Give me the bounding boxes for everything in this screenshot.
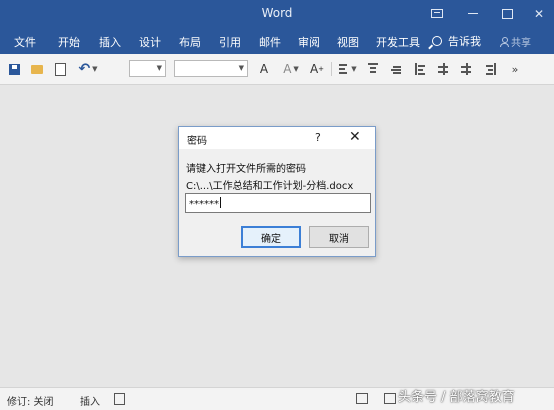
- print-layout-icon: [384, 393, 396, 404]
- chevron-down-icon: ▼: [156, 64, 162, 72]
- share-label: 共享: [511, 38, 531, 49]
- tab-layout[interactable]: 布局: [179, 34, 201, 50]
- dialog-title: 密码: [187, 136, 207, 147]
- password-prompt: 请键入打开文件所需的密码: [186, 164, 306, 175]
- open-folder-icon: [31, 64, 43, 74]
- ribbon-tabs: 文件 开始 插入 设计 布局 引用 邮件 审阅 视图 开发工具 告诉我 共享: [0, 27, 554, 54]
- paragraph-button-1[interactable]: ▼: [336, 60, 358, 78]
- read-mode-button[interactable]: [356, 393, 368, 407]
- clear-format-button[interactable]: A +: [308, 60, 326, 78]
- tab-insert[interactable]: 插入: [99, 34, 121, 50]
- tab-file[interactable]: 文件: [14, 34, 36, 50]
- tab-developer[interactable]: 开发工具: [376, 34, 420, 50]
- chevron-down-icon: ▼: [293, 65, 299, 73]
- undo-icon: ↶: [78, 61, 91, 77]
- maximize-button[interactable]: [490, 0, 524, 27]
- align-middle-icon: [391, 63, 403, 75]
- chevron-down-icon: ▼: [351, 65, 357, 73]
- plus-icon: +: [318, 65, 325, 73]
- maximize-icon: [501, 8, 513, 19]
- close-icon: ✕: [533, 6, 545, 21]
- paragraph-button-2[interactable]: [366, 60, 382, 78]
- share-button[interactable]: 共享: [500, 34, 531, 49]
- shrink-font-button[interactable]: A ▼: [280, 60, 302, 78]
- align-left-icon: [415, 63, 427, 75]
- cancel-button[interactable]: 取消: [309, 226, 369, 248]
- dialog-close-icon[interactable]: ✕: [349, 129, 361, 145]
- align-icon: [337, 63, 349, 75]
- align-top-icon: [368, 63, 380, 75]
- tab-view[interactable]: 视图: [337, 34, 359, 50]
- tell-me-label: 告诉我: [448, 34, 481, 48]
- minimize-button[interactable]: [456, 0, 490, 27]
- align-center-icon: [438, 63, 450, 75]
- ribbon-display-options-button[interactable]: [420, 0, 454, 27]
- tell-me-search[interactable]: 告诉我: [432, 32, 481, 49]
- toolbar-divider: [331, 62, 332, 76]
- tab-home[interactable]: 开始: [58, 34, 80, 50]
- print-layout-button[interactable]: [384, 393, 396, 407]
- shrink-font-icon: A: [283, 62, 292, 76]
- paragraph-button-6[interactable]: [459, 60, 475, 78]
- open-button[interactable]: [29, 60, 45, 78]
- insert-mode-status[interactable]: 插入: [80, 393, 100, 408]
- help-icon[interactable]: ?: [315, 131, 321, 144]
- tab-mailings[interactable]: 邮件: [259, 34, 281, 50]
- search-icon: [432, 35, 442, 46]
- dialog-title-bar: 密码 ? ✕: [179, 127, 375, 149]
- clear-format-icon: A: [309, 62, 319, 76]
- paragraph-button-4[interactable]: [412, 60, 430, 78]
- undo-button[interactable]: ↶ ▼: [75, 60, 101, 78]
- close-window-button[interactable]: ✕: [522, 0, 554, 27]
- password-input[interactable]: ******: [185, 193, 371, 213]
- chevron-down-icon: ▼: [92, 65, 98, 73]
- quick-toolbar: ↶ ▼ ▼ ▼ A A ▼ A + ▼ »: [0, 54, 554, 85]
- minimize-icon: [468, 13, 478, 14]
- paragraph-button-5[interactable]: [436, 60, 452, 78]
- person-icon: [500, 37, 509, 47]
- text-cursor: [220, 197, 221, 208]
- password-value: ******: [189, 199, 219, 210]
- grow-font-icon: A: [259, 62, 269, 76]
- ribbon-options-icon: [431, 9, 443, 18]
- file-path: C:\...\工作总结和工作计划-分档.docx: [186, 181, 354, 192]
- password-dialog: 密码 ? ✕ 请键入打开文件所需的密码 C:\...\工作总结和工作计划-分档.…: [178, 126, 376, 257]
- font-size-dropdown[interactable]: ▼: [129, 60, 166, 77]
- paragraph-button-3[interactable]: [389, 60, 405, 78]
- chevron-down-icon: ▼: [238, 64, 244, 72]
- more-commands-button[interactable]: »: [508, 60, 522, 78]
- distribute-icon: [461, 63, 473, 75]
- read-mode-icon: [356, 393, 368, 404]
- ok-button[interactable]: 确定: [241, 226, 301, 248]
- tab-design[interactable]: 设计: [139, 34, 161, 50]
- save-icon: [8, 63, 20, 75]
- new-document-button[interactable]: [53, 60, 67, 78]
- watermark-text: 头条号 / 部落窝教育: [398, 390, 515, 405]
- tab-references[interactable]: 引用: [219, 34, 241, 50]
- align-right-icon: [485, 63, 497, 75]
- track-changes-status[interactable]: 修订: 关闭: [7, 393, 54, 408]
- paragraph-button-7[interactable]: [483, 60, 499, 78]
- macro-icon: [114, 393, 125, 405]
- save-button[interactable]: [7, 60, 21, 78]
- tab-review[interactable]: 审阅: [298, 34, 320, 50]
- new-document-icon: [54, 62, 66, 76]
- font-name-dropdown[interactable]: ▼: [174, 60, 248, 77]
- grow-font-button[interactable]: A: [256, 60, 272, 78]
- title-bar: Word ✕: [0, 0, 554, 27]
- more-icon: »: [511, 62, 519, 76]
- macro-button[interactable]: [114, 393, 125, 408]
